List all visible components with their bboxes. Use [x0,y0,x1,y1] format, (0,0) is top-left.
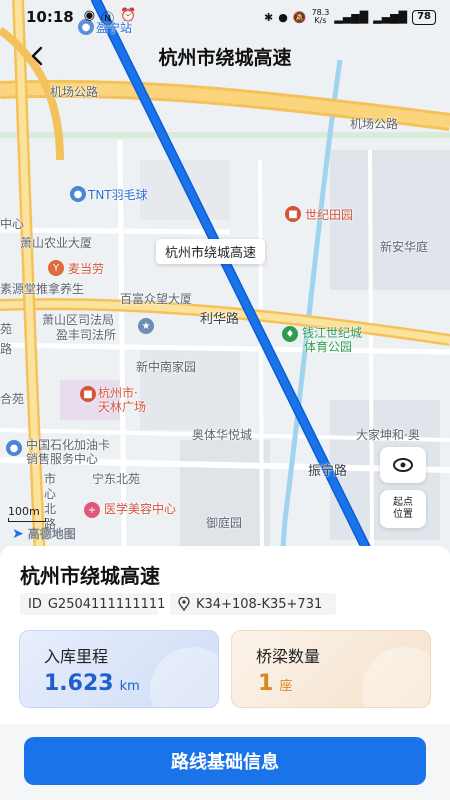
area-label: 素源堂推拿养生 [0,282,85,296]
road-detail-sheet: 杭州市绕城高速 ID G2504111111111 K34+108-K35+73… [0,546,450,800]
area-label: 百富众望大厦 [120,292,193,306]
area-label: 合苑 [0,392,25,406]
area-label: 中心 [0,217,25,231]
alarm-icon: ⏰ [120,7,137,23]
start-position-label-line1: 起点 [393,497,413,508]
poi-label: 医学美容中心 [104,502,177,516]
poi-pin-icon[interactable]: ■ [285,206,301,222]
start-position-button[interactable]: 起点 位置 [380,490,426,528]
park-icon[interactable]: ♦ [282,326,298,342]
poi-label: TNT羽毛球 [88,188,148,202]
page-title: 杭州市绕城高速 [158,46,292,69]
network-speed-unit: K/s [314,16,327,25]
eye-icon: ◉ [83,7,96,23]
screen: 机场公路 机场公路 利华路 振宁路 ● 盈宁站 ● TNT羽毛球 ■ 世纪田园 … [0,0,450,800]
mute-icon: 🔕 [292,10,307,24]
nfc-icon: Ⓝ [101,11,115,27]
map-scale-label: 100m [8,505,40,518]
location-pin-icon [178,597,190,611]
road-name: 杭州市绕城高速 [20,564,160,588]
navigation-arrow-icon: ➤ [12,525,24,542]
decorative-circle [362,647,430,707]
area-label: 奥体华悦城 [192,428,253,442]
area-label: 销售服务中心 [26,452,99,466]
mileage-value: 1.623 [44,671,114,696]
start-position-label-line2: 位置 [393,509,413,520]
badminton-icon[interactable]: ● [70,186,86,202]
road-id-chip: ID G2504111111111 [20,593,165,615]
header: 杭州市绕城高速 [0,38,450,74]
route-name-tag: 杭州市绕城高速 [156,239,266,264]
area-label: 新安华庭 [380,240,429,254]
status-system-icons: ✱ ● 🔕 78.3 K/s ▂▄▆█ ▂▄▆█ 78 [264,9,436,25]
id-value: G2504111111111 [47,596,166,612]
medical-icon[interactable]: + [84,502,100,518]
decorative-circle [150,647,218,707]
status-notification-icons: ◉ Ⓝ ⏰ [84,8,137,27]
stake-range-value: K34+108-K35+731 [196,596,323,612]
location-icon: ● [278,10,288,24]
poi-label: 天林广场 [98,400,147,414]
road-label-airport-west: 机场公路 [50,85,99,99]
area-label: 新中南家园 [136,360,197,374]
mileage-unit: km [119,679,140,694]
map-view[interactable]: 机场公路 机场公路 利华路 振宁路 ● 盈宁站 ● TNT羽毛球 ■ 世纪田园 … [0,0,450,560]
signal-icon: ▂▄▆█ [334,10,369,24]
area-label: 萧山农业大厦 [20,236,93,250]
battery-indicator: 78 [412,9,436,25]
area-label: 盈丰司法所 [56,328,117,342]
government-icon[interactable]: ★ [138,318,154,334]
bridge-count-unit: 座 [279,679,293,694]
mileage-value-row: 1.623 km [44,671,140,696]
poi-label: 麦当劳 [68,262,105,276]
bridge-count-card: 桥梁数量 1座 [231,630,431,708]
route-basic-info-button[interactable]: 路线基础信息 [24,737,426,785]
network-speed: 78.3 K/s [312,9,330,25]
bridge-value-row: 1座 [258,671,292,696]
map-provider-logo: ➤ 高德地图 [12,525,76,542]
poi-label: 世纪田园 [305,208,354,222]
area-label: 苑 [0,322,13,336]
signal-icon-2: ▂▄▆█ [373,10,408,24]
area-label: 大家坤和·奥 [356,428,420,442]
stake-range-chip: K34+108-K35+731 [170,593,336,615]
road-label-zhenning: 振宁路 [308,464,348,479]
mileage-label: 入库里程 [44,647,109,666]
restaurant-icon[interactable]: Y [48,260,64,276]
locate-button[interactable] [380,447,426,483]
gas-station-icon[interactable]: ● [6,440,22,456]
area-label: 宁东北苑 [92,472,141,486]
status-time: 10:18 [26,8,74,26]
mall-icon[interactable]: ■ [80,386,96,402]
locate-target-icon [393,458,413,472]
mileage-card: 入库里程 1.623 km [19,630,219,708]
map-scale-bar [8,518,46,522]
area-label: 御庭园 [206,516,243,530]
bridge-count-value: 1 [258,671,274,696]
bluetooth-icon: ✱ [264,10,274,24]
road-label-airport-east: 机场公路 [350,117,399,131]
poi-label: 体育公园 [304,340,353,354]
status-bar: 10:18 ◉ Ⓝ ⏰ ✱ ● 🔕 78.3 K/s ▂▄▆█ ▂▄▆█ 78 [0,0,450,34]
area-label: 路 [0,342,13,356]
id-label: ID [28,596,42,612]
map-provider-label: 高德地图 [27,527,76,541]
road-label-lihua: 利华路 [200,312,240,327]
bridge-count-label: 桥梁数量 [256,647,321,666]
chevron-left-icon[interactable] [26,44,50,68]
